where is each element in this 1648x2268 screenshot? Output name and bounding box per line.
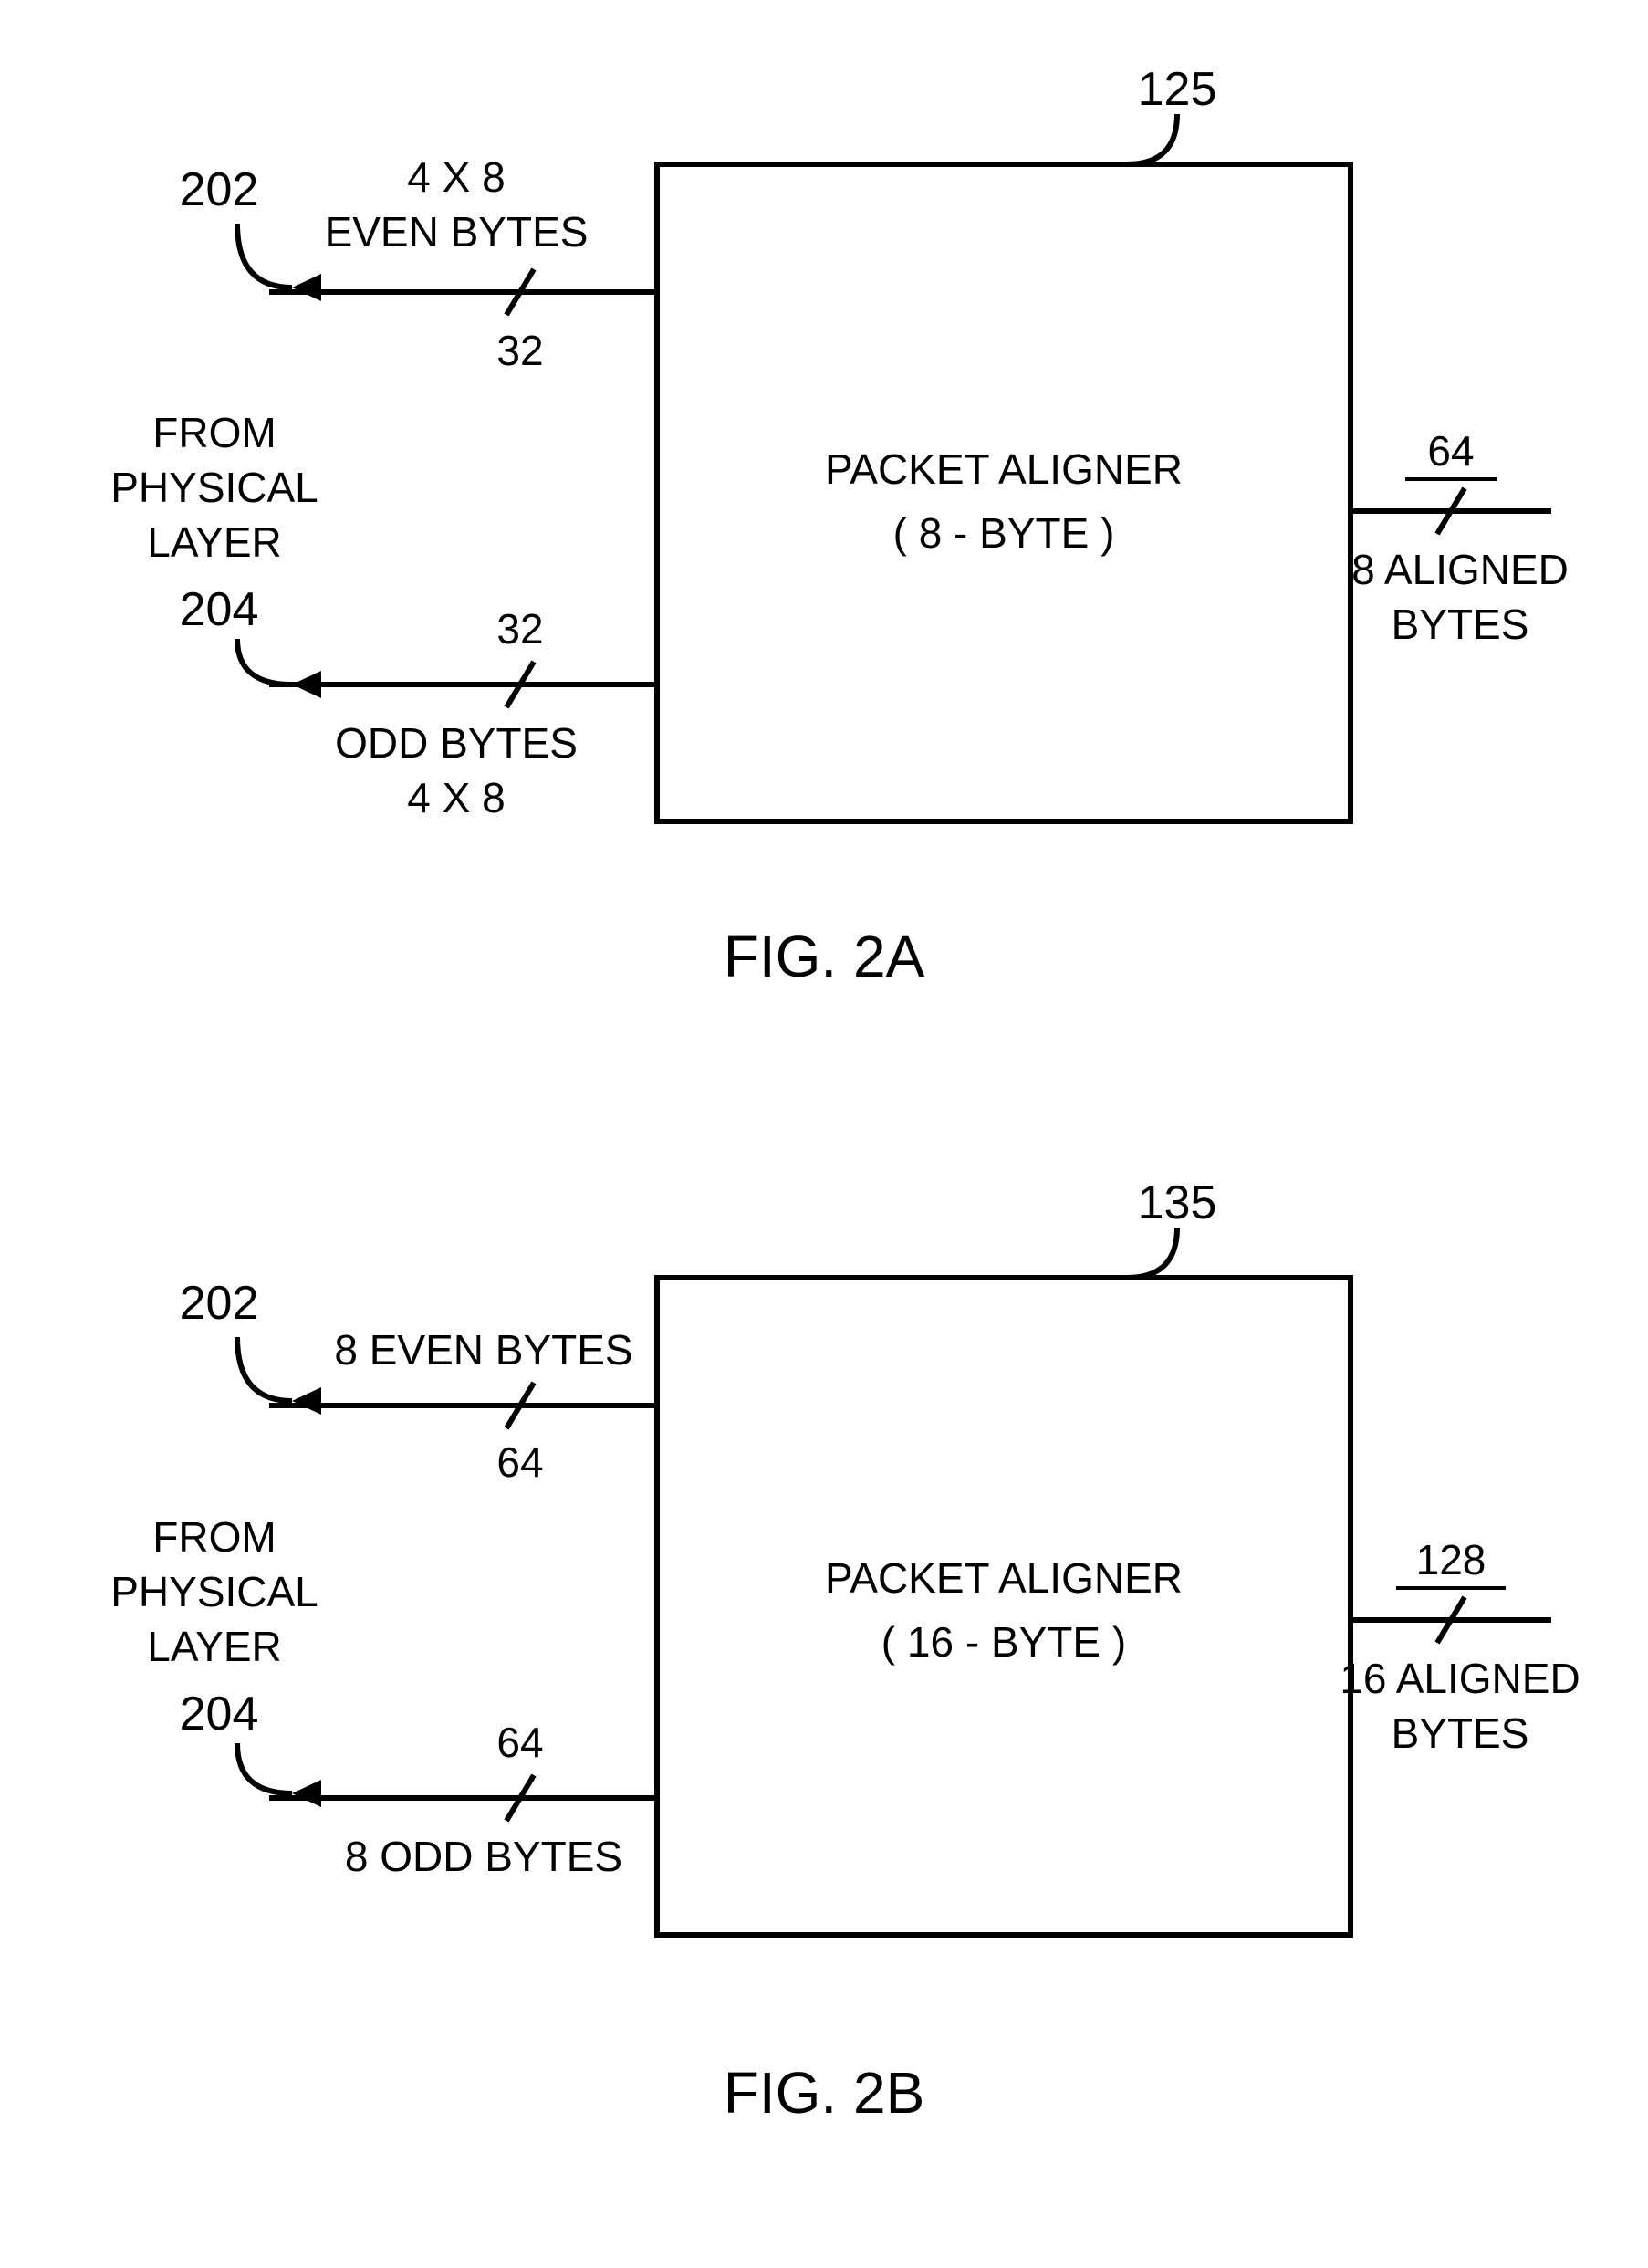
output-label1-b: 16 ALIGNED [1340, 1655, 1580, 1702]
block-ref-b: 135 [1138, 1176, 1217, 1229]
output-label1-a: 8 ALIGNED [1351, 546, 1569, 593]
input2-label1-a: ODD BYTES [335, 719, 578, 767]
input2-label2-a: 4 X 8 [407, 774, 505, 821]
output-label2-b: BYTES [1392, 1709, 1529, 1757]
block-ref-leader-b [1127, 1228, 1177, 1278]
output-width-a: 64 [1427, 427, 1474, 475]
input1-label1-a: 4 X 8 [407, 153, 505, 201]
input1-ref-b: 202 [180, 1277, 259, 1330]
input1-label1-b: 8 EVEN BYTES [334, 1326, 632, 1374]
source-label-a-3: LAYER [147, 518, 281, 566]
input1-width-a: 32 [496, 327, 543, 374]
source-label-b-3: LAYER [147, 1623, 281, 1670]
caption-b: FIG. 2B [724, 2060, 925, 2126]
input2-width-a: 32 [496, 605, 543, 653]
input1-ref-arrow-b [237, 1337, 292, 1401]
block-label-b-line1: PACKET ALIGNER [825, 1554, 1183, 1602]
source-label-a-2: PHYSICAL [110, 464, 318, 511]
packet-aligner-box-b [657, 1278, 1351, 1935]
block-label-b-line2: ( 16 - BYTE ) [881, 1618, 1126, 1666]
input2-label1-b: 8 ODD BYTES [345, 1833, 622, 1880]
input1-ref-arrowhead-a [292, 274, 321, 301]
diagram-canvas: PACKET ALIGNER ( 8 - BYTE ) 125 FROM PHY… [0, 0, 1648, 2268]
source-label-a-1: FROM [152, 409, 276, 456]
block-label-a-line1: PACKET ALIGNER [825, 445, 1183, 493]
block-ref-a: 125 [1138, 63, 1217, 116]
output-label2-a: BYTES [1392, 601, 1529, 648]
input2-ref-b: 204 [180, 1688, 259, 1740]
input1-ref-arrow-a [237, 224, 292, 287]
caption-a: FIG. 2A [724, 924, 925, 989]
input2-ref-arrow-a [237, 639, 292, 685]
input2-width-b: 64 [496, 1719, 543, 1766]
output-width-b: 128 [1416, 1536, 1486, 1583]
input2-ref-arrowhead-b [292, 1780, 321, 1807]
input1-ref-a: 202 [180, 163, 259, 216]
figure-2b: PACKET ALIGNER ( 16 - BYTE ) 135 FROM PH… [110, 1176, 1580, 2126]
input1-width-b: 64 [496, 1438, 543, 1486]
input2-ref-a: 204 [180, 583, 259, 636]
block-label-a-line2: ( 8 - BYTE ) [893, 509, 1115, 557]
figure-2a: PACKET ALIGNER ( 8 - BYTE ) 125 FROM PHY… [110, 63, 1569, 989]
source-label-b-1: FROM [152, 1513, 276, 1561]
block-ref-leader-a [1127, 114, 1177, 164]
source-label-b-2: PHYSICAL [110, 1568, 318, 1615]
input1-ref-arrowhead-b [292, 1387, 321, 1415]
input1-label2-a: EVEN BYTES [325, 208, 589, 256]
packet-aligner-box-a [657, 164, 1351, 821]
input2-ref-arrowhead-a [292, 671, 321, 698]
input2-ref-arrow-b [237, 1743, 292, 1793]
